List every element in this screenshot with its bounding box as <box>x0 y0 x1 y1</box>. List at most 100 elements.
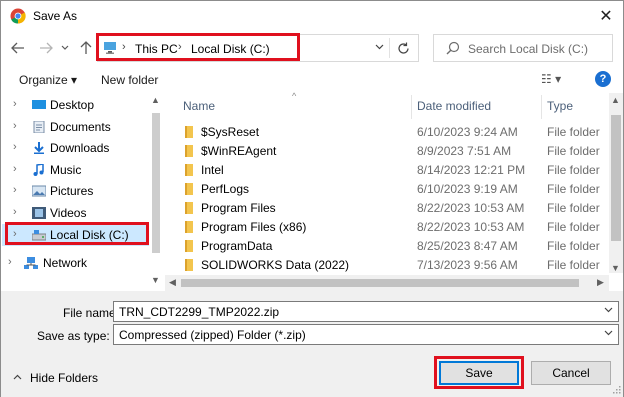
pictures-icon <box>32 185 46 197</box>
vertical-scrollbar-thumb[interactable] <box>611 115 621 241</box>
column-header-name[interactable]: Name <box>183 99 215 113</box>
nav-item-label: Documents <box>50 120 111 134</box>
chevron-right-icon[interactable]: › <box>13 184 17 196</box>
nav-scrollbar-thumb[interactable] <box>152 113 160 253</box>
column-header-type[interactable]: Type <box>547 99 573 113</box>
file-type: File folder <box>547 201 600 215</box>
scroll-up-icon[interactable]: ▲ <box>151 95 160 105</box>
view-options-button[interactable]: ☷ ▾ <box>541 72 561 86</box>
close-icon: ✕ <box>599 8 613 25</box>
help-icon[interactable]: ? <box>595 71 611 87</box>
recent-locations-button[interactable] <box>59 39 71 57</box>
file-row[interactable]: $SysReset 6/10/2023 9:24 AM File folder <box>165 122 611 141</box>
arrow-left-icon <box>11 42 24 54</box>
organize-button[interactable]: Organize ▾ <box>19 73 77 87</box>
chevron-right-icon[interactable]: › <box>13 163 17 175</box>
local-disk-highlight-box <box>5 222 149 245</box>
nav-item-music[interactable]: › Music <box>2 159 150 181</box>
horizontal-scrollbar-thumb[interactable] <box>181 279 579 287</box>
scroll-down-icon[interactable]: ▼ <box>151 275 160 285</box>
sort-ascending-icon: ^ <box>292 91 297 101</box>
arrow-right-icon <box>40 42 53 54</box>
file-row[interactable]: $WinREAgent 8/9/2023 7:51 AM File folder <box>165 141 611 160</box>
file-type: File folder <box>547 258 600 272</box>
file-date: 6/10/2023 9:19 AM <box>417 182 518 196</box>
folder-icon <box>185 221 193 233</box>
folder-icon <box>185 240 193 252</box>
file-row[interactable]: Program Files (x86) 8/22/2023 10:53 AM F… <box>165 217 611 236</box>
column-divider[interactable] <box>411 95 412 119</box>
nav-item-videos[interactable]: › Videos <box>2 202 150 224</box>
music-icon <box>33 164 44 176</box>
file-type: File folder <box>547 125 600 139</box>
file-name-label: File name: <box>63 306 120 320</box>
folder-icon <box>185 164 193 176</box>
search-icon <box>446 41 460 55</box>
back-button[interactable] <box>9 39 27 57</box>
close-button[interactable]: ✕ <box>589 1 623 31</box>
nav-item-label: Downloads <box>50 141 110 155</box>
file-name-field[interactable]: TRN_CDT2299_TMP2022.zip <box>113 301 619 322</box>
address-dropdown-icon[interactable] <box>375 41 384 53</box>
file-name: Intel <box>201 163 224 177</box>
file-date: 7/13/2023 9:56 AM <box>417 258 518 272</box>
file-name: SOLIDWORKS Data (2022) <box>201 258 350 272</box>
new-folder-button[interactable]: New folder <box>101 73 158 87</box>
chevron-right-icon[interactable]: › <box>13 141 17 153</box>
nav-item-label: Network <box>43 256 88 270</box>
nav-item-pictures[interactable]: › Pictures <box>2 180 150 202</box>
up-button[interactable] <box>77 39 95 57</box>
file-name: PerfLogs <box>201 182 250 196</box>
chevron-up-icon[interactable] <box>13 372 22 383</box>
chevron-down-icon[interactable] <box>604 328 613 339</box>
title-bar: Save As ✕ <box>1 1 623 31</box>
file-row[interactable]: Program Files 8/22/2023 10:53 AM File fo… <box>165 198 611 217</box>
search-box[interactable]: Search Local Disk (C:) <box>433 34 613 62</box>
file-date: 6/10/2023 9:24 AM <box>417 125 518 139</box>
scroll-left-icon[interactable]: ◀ <box>169 277 176 288</box>
chevron-right-icon[interactable]: › <box>13 120 17 132</box>
file-date: 8/22/2023 10:53 AM <box>417 201 525 215</box>
file-type: File folder <box>547 239 600 253</box>
save-as-dialog: Save As ✕ › This PC › Local Disk (C:) Se… <box>0 0 624 397</box>
command-bar: Organize ▾ New folder ☷ ▾ ? <box>1 67 623 93</box>
chevron-right-icon[interactable]: › <box>13 98 17 110</box>
column-header-date[interactable]: Date modified <box>417 99 491 113</box>
nav-item-desktop[interactable]: › Desktop <box>2 94 150 116</box>
file-row[interactable]: SOLIDWORKS Data (2022) 7/13/2023 9:56 AM… <box>165 255 611 274</box>
save-type-value[interactable]: Compressed (zipped) Folder (*.zip) <box>119 328 306 342</box>
address-highlight-box <box>96 33 300 61</box>
scroll-right-icon[interactable]: ▶ <box>597 277 604 288</box>
file-row[interactable]: PerfLogs 6/10/2023 9:19 AM File folder <box>165 179 611 198</box>
column-divider[interactable] <box>541 95 542 119</box>
file-name: ProgramData <box>201 239 273 253</box>
scroll-up-icon[interactable]: ▲ <box>611 95 620 105</box>
arrow-up-icon <box>80 41 92 54</box>
chevron-right-icon[interactable]: › <box>13 206 17 218</box>
resize-grip-icon[interactable] <box>611 384 621 394</box>
file-name-value[interactable]: TRN_CDT2299_TMP2022.zip <box>119 305 279 319</box>
hide-folders-label[interactable]: Hide Folders <box>30 371 98 385</box>
file-name: $SysReset <box>201 125 260 139</box>
file-row[interactable]: ProgramData 8/25/2023 8:47 AM File folde… <box>165 236 611 255</box>
chevron-down-icon[interactable] <box>604 305 613 316</box>
forward-button[interactable] <box>37 39 55 57</box>
file-date: 8/22/2023 10:53 AM <box>417 220 525 234</box>
file-date: 8/14/2023 12:21 PM <box>417 163 526 177</box>
search-input[interactable]: Search Local Disk (C:) <box>468 42 588 56</box>
window-title: Save As <box>33 9 78 23</box>
chevron-down-icon <box>61 45 69 50</box>
nav-item-documents[interactable]: › Documents <box>2 116 150 138</box>
file-list: Name ^ Date modified Type $SysReset 6/10… <box>165 91 611 274</box>
file-type: File folder <box>547 220 600 234</box>
file-name: Program Files (x86) <box>201 220 307 234</box>
scroll-down-icon[interactable]: ▼ <box>611 263 620 273</box>
cancel-button[interactable]: Cancel <box>531 361 611 385</box>
chrome-icon <box>10 8 26 24</box>
nav-item-network[interactable]: › Network <box>2 252 150 274</box>
save-type-select[interactable]: Compressed (zipped) Folder (*.zip) <box>113 324 619 345</box>
chevron-right-icon[interactable]: › <box>8 256 12 268</box>
nav-item-downloads[interactable]: › Downloads <box>2 137 150 159</box>
refresh-button[interactable] <box>394 39 412 57</box>
file-row[interactable]: Intel 8/14/2023 12:21 PM File folder <box>165 160 611 179</box>
